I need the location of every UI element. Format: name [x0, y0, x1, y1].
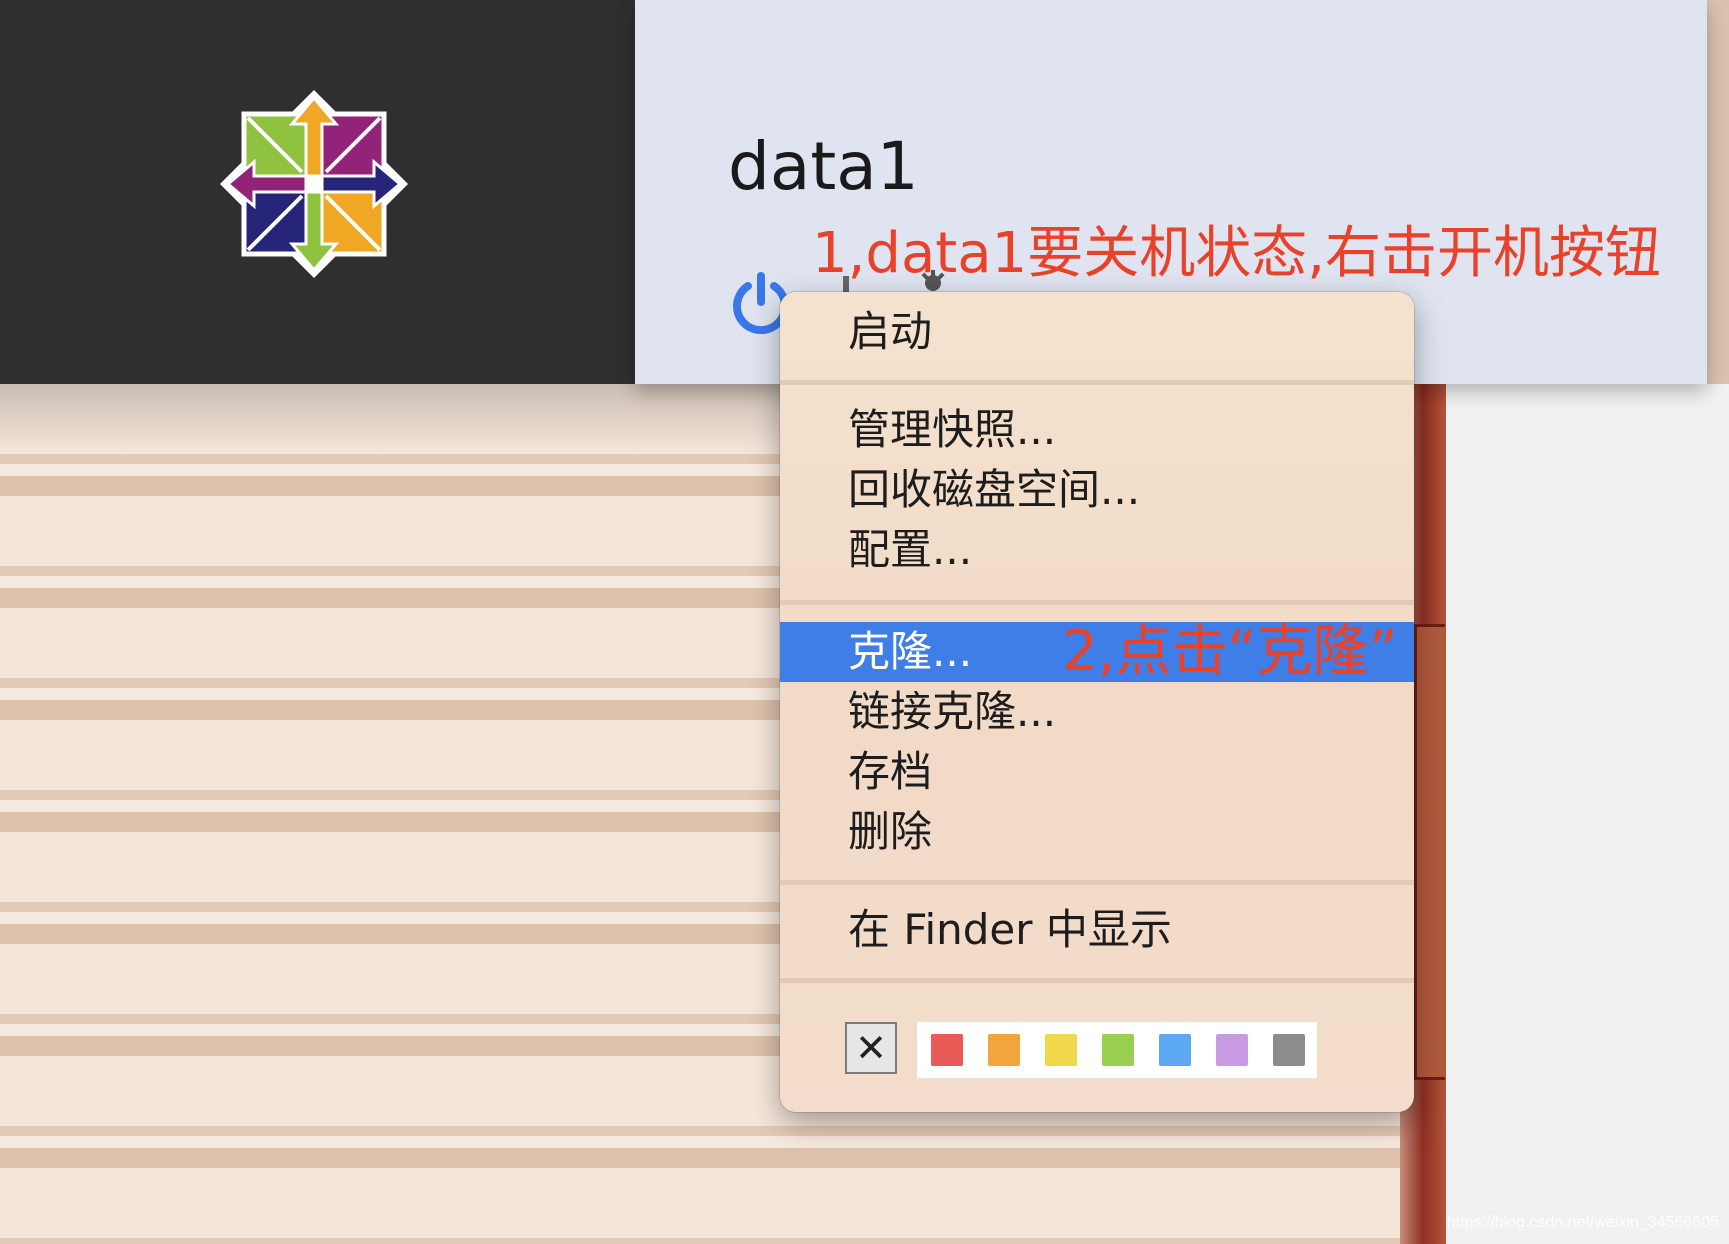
tag-green[interactable] [1102, 1034, 1134, 1066]
clear-tag-icon[interactable]: ✕ [845, 1022, 897, 1074]
menu-item-start[interactable]: 启动 [780, 302, 1414, 362]
watermark: https://blog.csdn.net/weixin_34566605 [1446, 1214, 1719, 1231]
menu-item-linked-clone[interactable]: 链接克隆... [780, 682, 1414, 742]
tag-purple[interactable] [1216, 1034, 1248, 1066]
context-menu: 启动 管理快照... 回收磁盘空间... 配置... 克隆... 2,点击“克隆… [780, 292, 1414, 1112]
menu-item-clone[interactable]: 克隆... 2,点击“克隆” [780, 622, 1414, 682]
annotation-step2: 2,点击“克隆” [1062, 619, 1398, 684]
vm-thumbnail[interactable] [0, 0, 635, 384]
menu-item-label: 删除 [848, 807, 933, 856]
vm-name: data1 [728, 128, 919, 205]
menu-item-label: 链接克隆... [848, 687, 1057, 736]
menu-separator [780, 978, 1414, 983]
menu-item-label: 克隆... [848, 627, 973, 676]
menu-item-label: 在 Finder 中显示 [848, 905, 1172, 954]
menu-item-reclaim-disk[interactable]: 回收磁盘空间... [780, 460, 1414, 520]
menu-separator [780, 380, 1414, 385]
menu-item-label: 回收磁盘空间... [848, 465, 1141, 514]
tag-red[interactable] [931, 1034, 963, 1066]
menu-item-label: 存档 [848, 747, 933, 796]
menu-item-label: 管理快照... [848, 405, 1057, 454]
wallpaper-panel [1414, 624, 1445, 1080]
menu-item-label: 配置... [848, 525, 973, 574]
menu-item-show-in-finder[interactable]: 在 Finder 中显示 [780, 900, 1414, 960]
tag-yellow[interactable] [1045, 1034, 1077, 1066]
blank-area [1446, 384, 1729, 1244]
menu-item-configure[interactable]: 配置... [780, 520, 1414, 580]
tag-color-strip [917, 1022, 1317, 1078]
menu-separator [780, 600, 1414, 605]
menu-item-manage-snapshots[interactable]: 管理快照... [780, 400, 1414, 460]
tag-blue[interactable] [1159, 1034, 1191, 1066]
menu-item-delete[interactable]: 删除 [780, 802, 1414, 862]
tag-orange[interactable] [988, 1034, 1020, 1066]
tag-gray[interactable] [1273, 1034, 1305, 1066]
menu-item-label: 启动 [848, 307, 933, 356]
centos-logo-icon [220, 90, 408, 278]
menu-item-archive[interactable]: 存档 [780, 742, 1414, 802]
menu-separator [780, 880, 1414, 885]
